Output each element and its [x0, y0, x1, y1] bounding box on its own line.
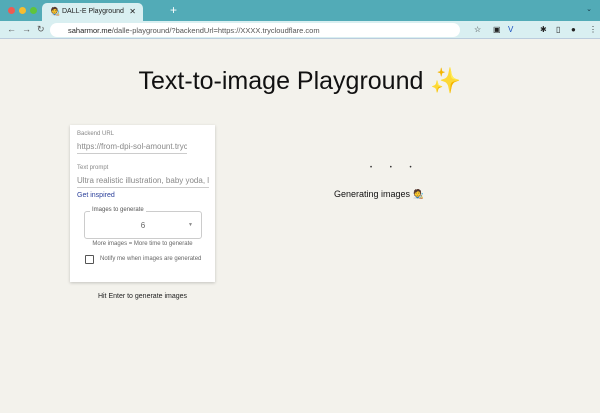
- close-tab-icon[interactable]: ✕: [129, 7, 136, 16]
- settings-card: Backend URL https://from-dpi-sol-amount.…: [70, 125, 215, 282]
- notify-checkbox[interactable]: [85, 255, 94, 264]
- bookmark-star-icon[interactable]: ☆: [474, 25, 481, 34]
- tab-list-chevron-icon[interactable]: ⌄: [586, 5, 592, 13]
- new-tab-button[interactable]: +: [170, 3, 177, 17]
- images-to-generate-label: Images to generate: [90, 207, 146, 213]
- notify-label: Notify me when images are generated: [100, 256, 202, 262]
- generating-status: Generating images 🧑‍🎨: [334, 189, 424, 199]
- images-help-text: More images = More time to generate: [92, 241, 193, 247]
- images-count-value: 6: [140, 221, 146, 230]
- extension-icon[interactable]: ▣: [493, 25, 501, 34]
- loading-indicator: • • •: [370, 165, 420, 171]
- tab-bar: 🧑‍🎨 DALL-E Playground ✕ + ⌄: [0, 0, 600, 21]
- get-inspired-link[interactable]: Get inspired: [77, 192, 115, 199]
- text-prompt-input[interactable]: Ultra realistic illustration, baby yoda,…: [77, 176, 209, 188]
- extension-v-icon[interactable]: V: [508, 25, 513, 34]
- tab-title: DALL-E Playground: [62, 8, 124, 15]
- menu-icon[interactable]: ⋮: [589, 25, 597, 34]
- url-path: /dalle-playground/?backendUrl=https://XX…: [111, 26, 320, 35]
- back-icon[interactable]: ←: [7, 24, 16, 34]
- forward-icon[interactable]: →: [22, 24, 31, 34]
- browser-toolbar: ← → ↻ saharmor.me/dalle-playground/?back…: [0, 21, 600, 39]
- backend-url-input[interactable]: https://from-dpi-sol-amount.tryc: [77, 142, 187, 154]
- reload-icon[interactable]: ↻: [37, 24, 45, 35]
- text-prompt-label: Text prompt: [77, 165, 109, 171]
- url-host: saharmor.me: [68, 26, 112, 35]
- favicon-icon: 🧑‍🎨: [50, 7, 60, 16]
- avatar[interactable]: ●: [571, 25, 576, 34]
- extensions-puzzle-icon[interactable]: ✱: [540, 25, 547, 34]
- backend-url-label: Backend URL: [77, 131, 115, 137]
- minimize-window-button[interactable]: [19, 7, 26, 14]
- page-title: Text-to-image Playground ✨: [138, 67, 462, 95]
- address-bar[interactable]: saharmor.me/dalle-playground/?backendUrl…: [50, 23, 460, 37]
- close-window-button[interactable]: [8, 7, 15, 14]
- maximize-window-button[interactable]: [30, 7, 37, 14]
- tab-dalle-playground[interactable]: 🧑‍🎨 DALL-E Playground ✕: [42, 3, 143, 21]
- enter-hint: Hit Enter to generate images: [97, 293, 188, 300]
- images-to-generate-select[interactable]: Images to generate 6 ▼: [84, 207, 202, 239]
- side-panel-icon[interactable]: ▯: [556, 25, 560, 34]
- dropdown-arrow-icon: ▼: [188, 222, 193, 228]
